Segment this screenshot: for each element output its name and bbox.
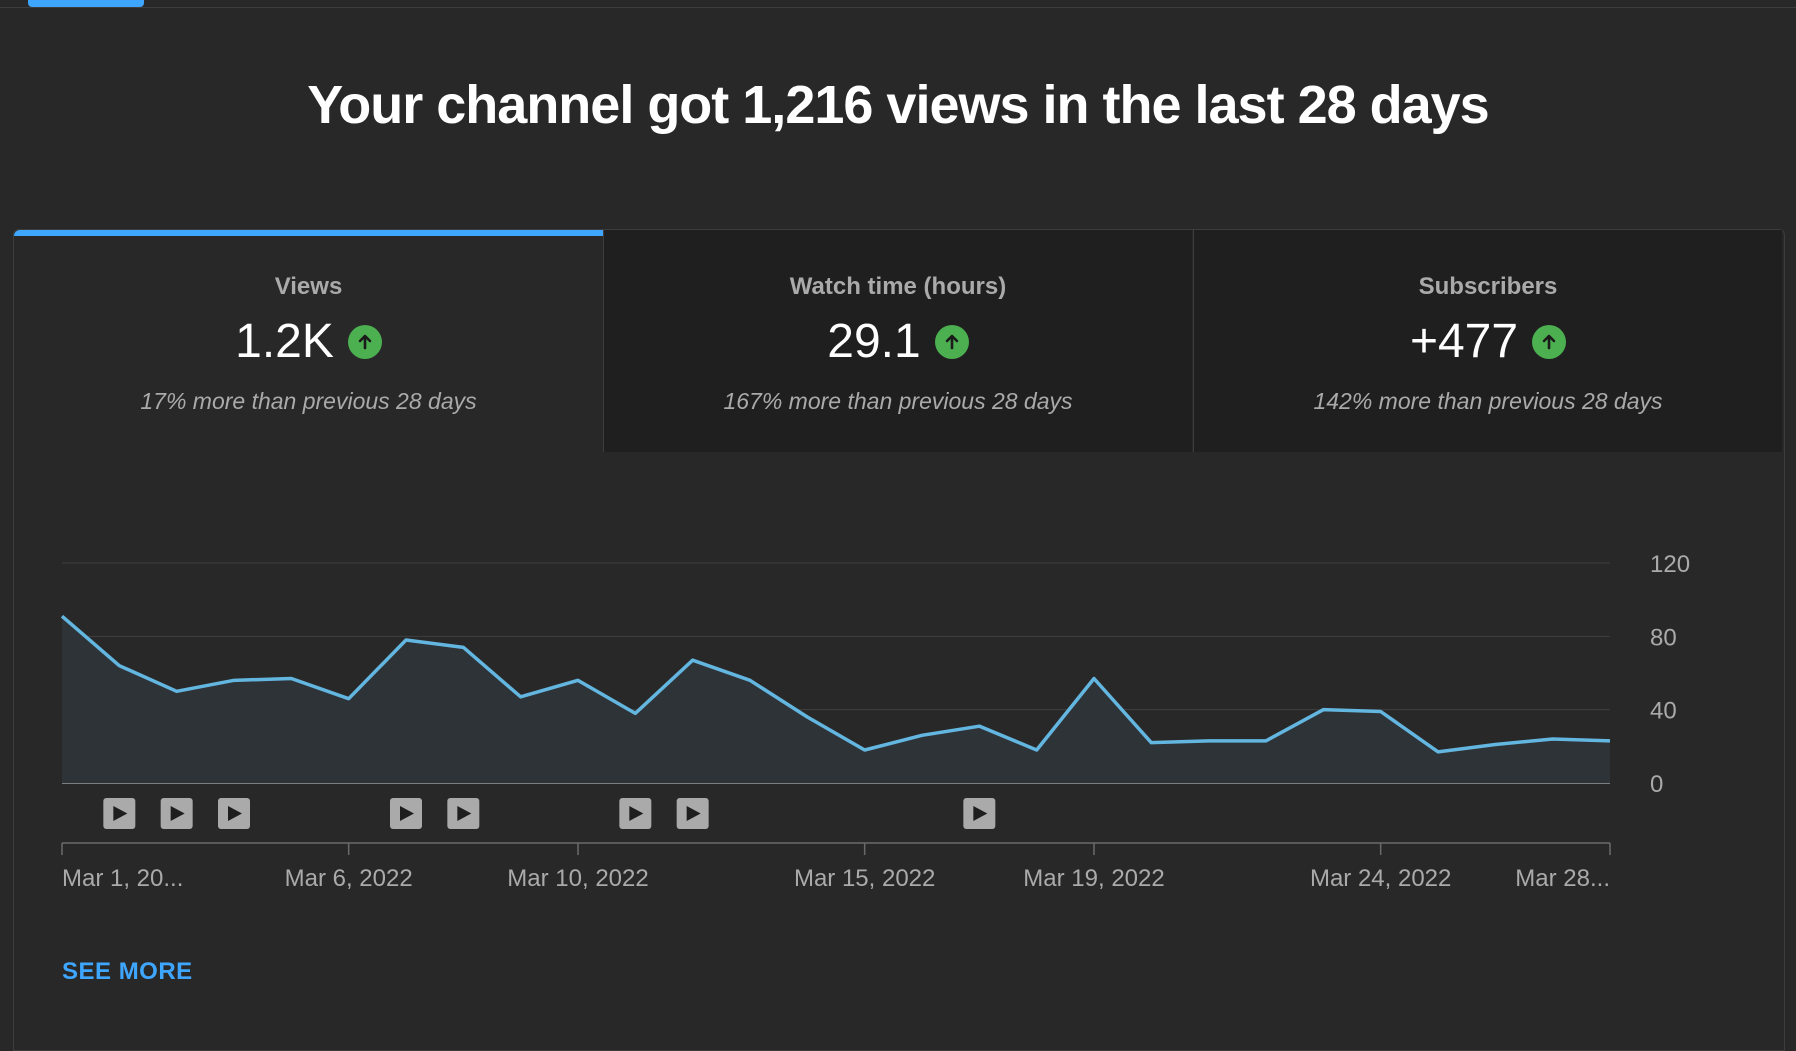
views-area <box>62 616 1610 783</box>
x-tick-label: Mar 28... <box>1515 865 1610 892</box>
y-tick-label: 40 <box>1650 698 1677 725</box>
x-tick-label: Mar 1, 20... <box>62 865 183 892</box>
see-more-link[interactable]: SEE MORE <box>62 958 193 986</box>
video-marker[interactable] <box>447 798 480 829</box>
x-tick-label: Mar 10, 2022 <box>507 865 648 892</box>
x-tick-label: Mar 15, 2022 <box>794 865 935 892</box>
video-marker[interactable] <box>103 798 136 829</box>
video-marker[interactable] <box>160 798 193 829</box>
x-tick-label: Mar 6, 2022 <box>285 865 413 892</box>
x-tick-label: Mar 24, 2022 <box>1310 865 1451 892</box>
y-tick-label: 80 <box>1650 624 1677 651</box>
x-tick-label: Mar 19, 2022 <box>1023 865 1164 892</box>
views-chart: 120 80 40 0 Mar 1, 20... Mar 6, 2022 Mar 10, 2… <box>60 551 1690 892</box>
video-marker[interactable] <box>619 798 652 829</box>
video-marker[interactable] <box>218 798 250 829</box>
video-marker[interactable] <box>390 798 422 829</box>
video-marker[interactable] <box>676 798 709 829</box>
y-tick-label: 0 <box>1650 771 1663 798</box>
y-tick-label: 120 <box>1650 551 1690 578</box>
video-marker[interactable] <box>963 798 996 829</box>
